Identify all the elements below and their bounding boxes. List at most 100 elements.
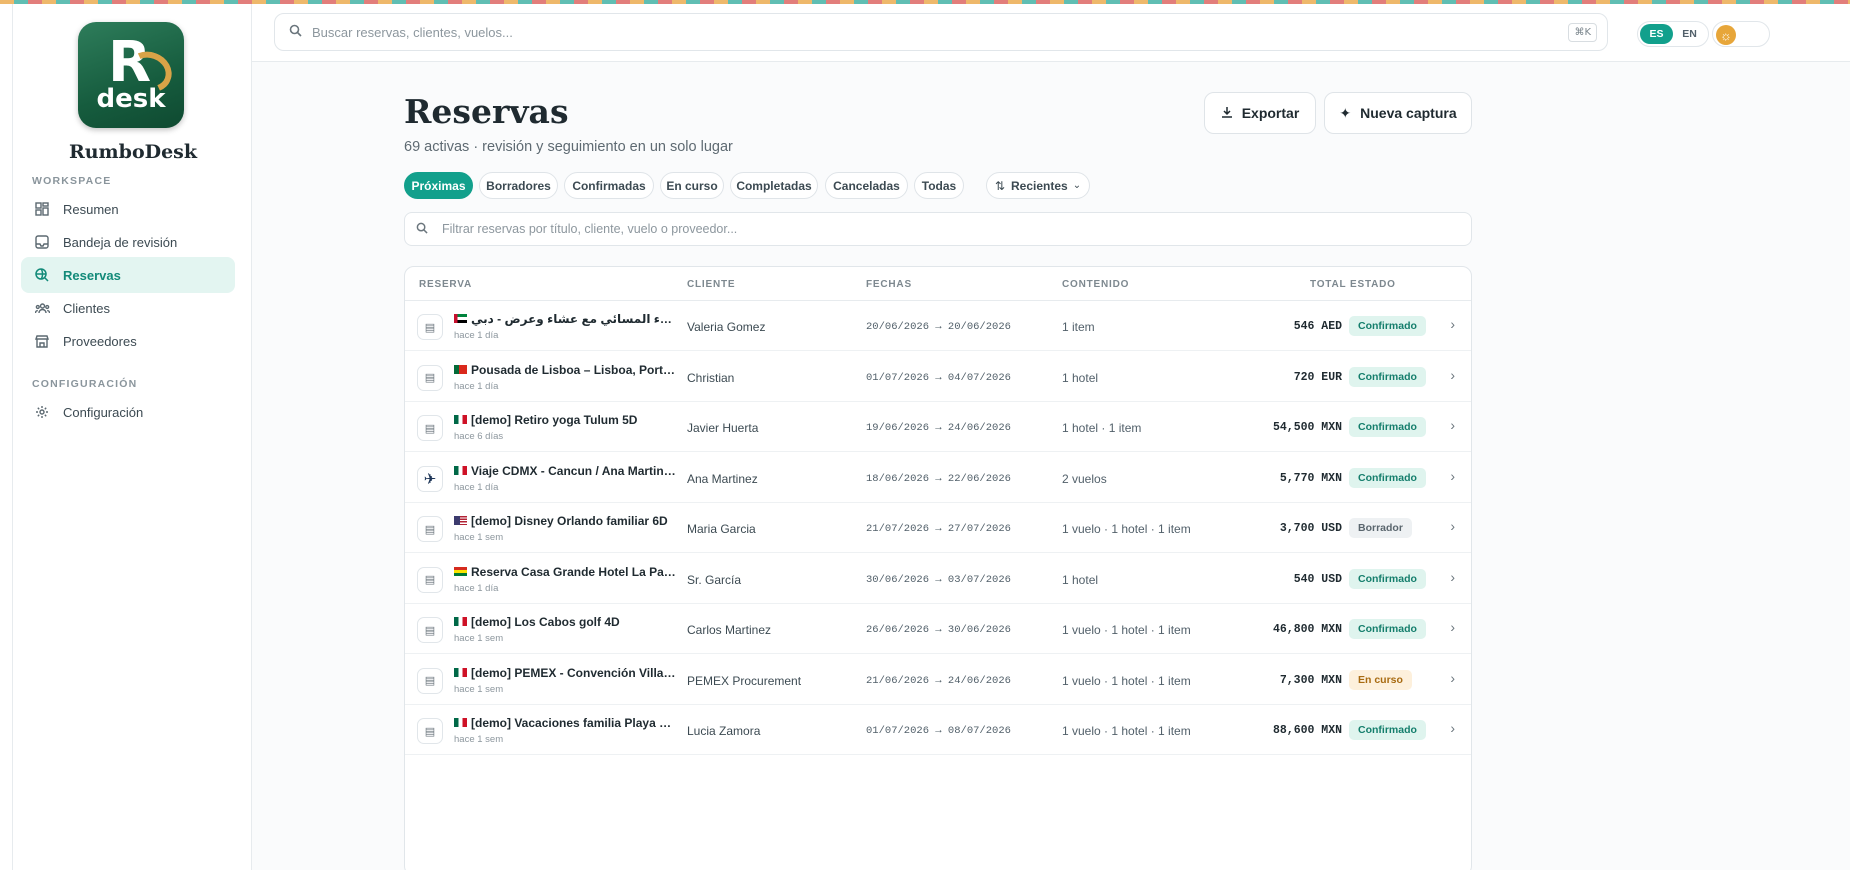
- main-content: Buscar reservas, clientes, vuelos... ⌘K …: [252, 4, 1850, 870]
- topbar: Buscar reservas, clientes, vuelos... ⌘K …: [252, 4, 1850, 62]
- reservation-title[interactable]: Reserva Casa Grande Hotel La Paz ...: [454, 565, 676, 579]
- sidebar-item-configuracion[interactable]: Configuración: [21, 394, 235, 430]
- reservation-dates: 30/06/2026 → 03/07/2026: [866, 573, 1011, 586]
- reservation-updated-ago: hace 1 día: [454, 481, 499, 493]
- chevron-right-icon[interactable]: ›: [1450, 367, 1455, 383]
- language-option-es[interactable]: ES: [1640, 24, 1673, 44]
- new-capture-button-label: Nueva captura: [1360, 105, 1457, 121]
- country-flag-icon: [454, 516, 467, 525]
- chevron-right-icon[interactable]: ›: [1450, 670, 1455, 686]
- table-row[interactable]: ✈ Viaje CDMX - Cancun / Ana Martinez hace …: [405, 453, 1471, 503]
- reservation-title-text: Reserva Casa Grande Hotel La Paz ...: [471, 564, 676, 579]
- column-header-contenido[interactable]: CONTENIDO: [1062, 279, 1129, 290]
- country-flag-icon: [454, 617, 467, 626]
- global-search-input[interactable]: Buscar reservas, clientes, vuelos... ⌘K: [274, 13, 1608, 51]
- grid-icon: [34, 201, 50, 217]
- table-row[interactable]: ▤ [demo] Retiro yoga Tulum 5D hace 6 días J…: [405, 402, 1471, 452]
- sidebar-item-bandeja[interactable]: Bandeja de revisión: [21, 224, 235, 260]
- sidebar-section-workspace: WORKSPACE: [32, 175, 112, 187]
- column-header-estado[interactable]: ESTADO: [1350, 279, 1396, 290]
- reservation-client: Sr. García: [687, 572, 742, 587]
- language-toggle[interactable]: ES EN: [1637, 21, 1709, 47]
- sidebar-item-clientes[interactable]: Clientes: [21, 290, 235, 326]
- reservation-title-text: [demo] Vacaciones familia Playa de...: [471, 716, 676, 730]
- reservation-content: 2 vuelos: [1062, 471, 1107, 486]
- filter-chip-en-curso[interactable]: En curso: [660, 172, 724, 199]
- reservation-title[interactable]: Pousada de Lisboa – Lisboa, Portugal: [454, 363, 676, 377]
- sort-dropdown[interactable]: ⇅ Recientes ⌄: [986, 172, 1090, 199]
- chevron-right-icon[interactable]: ›: [1450, 720, 1455, 736]
- reservation-title[interactable]: [demo] PEMEX - Convención Villah...: [454, 666, 676, 680]
- reservation-content: 1 hotel · 1 item: [1062, 421, 1142, 435]
- sidebar: R desk RumboDesk WORKSPACE Resumen Bande…: [12, 4, 252, 870]
- reservation-content: 1 hotel: [1062, 572, 1099, 587]
- global-search-placeholder: Buscar reservas, clientes, vuelos...: [312, 24, 513, 40]
- filter-chip-confirmadas[interactable]: Confirmadas: [564, 172, 654, 199]
- export-button[interactable]: Exportar: [1204, 92, 1316, 134]
- reservation-title[interactable]: [demo] Vacaciones familia Playa de...: [454, 716, 676, 730]
- chevron-right-icon[interactable]: ›: [1450, 417, 1455, 433]
- sidebar-item-reservas[interactable]: Reservas: [21, 257, 235, 293]
- chevron-right-icon[interactable]: ›: [1450, 518, 1455, 534]
- reservation-client: PEMEX Procurement: [687, 673, 802, 688]
- column-header-reserva[interactable]: RESERVA: [419, 279, 472, 290]
- reservation-content: 1 item: [1062, 320, 1095, 334]
- reservation-dates: 18/06/2026 → 22/06/2026: [866, 472, 1011, 485]
- table-filter-input[interactable]: Filtrar reservas por título, cliente, vu…: [404, 212, 1472, 246]
- sidebar-item-proveedores[interactable]: Proveedores: [21, 323, 235, 359]
- language-option-en[interactable]: EN: [1673, 24, 1706, 44]
- reservation-total: 720 EUR: [1293, 370, 1342, 384]
- clipboard-icon: ▤: [417, 415, 443, 441]
- filter-chip-canceladas[interactable]: Canceladas: [825, 172, 908, 199]
- sidebar-item-resumen[interactable]: Resumen: [21, 191, 235, 227]
- table-row[interactable]: ▤ [demo] Disney Orlando familiar 6D hace 1…: [405, 503, 1471, 553]
- reservation-title[interactable]: سفاري الصحراء المسائي مع عشاء وعرض - دبي: [454, 312, 676, 326]
- store-icon: [34, 333, 50, 349]
- status-badge: Confirmado: [1349, 619, 1426, 639]
- reservation-content: 1 vuelo · 1 hotel · 1 item: [1062, 522, 1191, 536]
- app-logo[interactable]: R desk: [78, 22, 184, 128]
- reservation-title[interactable]: Viaje CDMX - Cancun / Ana Martinez: [454, 464, 676, 478]
- theme-toggle[interactable]: ☼: [1712, 21, 1770, 47]
- reservation-title[interactable]: [demo] Los Cabos golf 4D: [454, 615, 676, 629]
- table-row[interactable]: ▤ [demo] Vacaciones familia Playa de... ha…: [405, 705, 1471, 755]
- table-row[interactable]: ▤ [demo] Los Cabos golf 4D hace 1 sem Carlo…: [405, 604, 1471, 654]
- table-header: RESERVA CLIENTE FECHAS CONTENIDO TOTAL E…: [405, 267, 1471, 301]
- reservation-title[interactable]: [demo] Disney Orlando familiar 6D: [454, 514, 676, 528]
- chevron-right-icon[interactable]: ›: [1450, 316, 1455, 332]
- reservation-updated-ago: hace 1 sem: [454, 734, 504, 745]
- filter-chip-borradores[interactable]: Borradores: [479, 172, 558, 199]
- table-row[interactable]: ▤ [demo] PEMEX - Convención Villah... hace…: [405, 655, 1471, 705]
- table-row[interactable]: ▤ سفاري الصحراء المسائي مع عشاء وعرض - دب…: [405, 301, 1471, 351]
- column-header-cliente[interactable]: CLIENTE: [687, 279, 735, 290]
- search-icon: [416, 222, 428, 237]
- reservation-dates: 19/06/2026 → 24/06/2026: [866, 422, 1011, 434]
- reservation-title[interactable]: [demo] Retiro yoga Tulum 5D: [454, 413, 676, 427]
- country-flag-icon: [454, 465, 467, 475]
- country-flag-icon: [454, 314, 467, 323]
- filter-chip-todas[interactable]: Todas: [914, 172, 964, 199]
- status-badge: Confirmado: [1349, 720, 1426, 740]
- chevron-right-icon[interactable]: ›: [1450, 619, 1455, 635]
- chevron-right-icon[interactable]: ›: [1450, 569, 1455, 585]
- reservation-updated-ago: hace 1 día: [454, 330, 499, 341]
- sparkle-icon: ✦: [1339, 104, 1352, 121]
- column-header-fechas[interactable]: FECHAS: [866, 279, 912, 290]
- status-badge: Confirmado: [1349, 417, 1426, 437]
- reservation-total: 54,500 MXN: [1272, 421, 1342, 434]
- country-flag-icon: [454, 667, 467, 677]
- sidebar-item-label: Clientes: [63, 300, 110, 316]
- page-subtitle: 69 activas · revisión y seguimiento en u…: [404, 139, 733, 155]
- filter-chip-proximas[interactable]: Próximas: [404, 172, 473, 199]
- table-row[interactable]: ▤ Reserva Casa Grande Hotel La Paz ... hac…: [405, 554, 1471, 604]
- reservation-title-text: [demo] Retiro yoga Tulum 5D: [471, 413, 638, 427]
- reservation-client: Javier Huerta: [687, 421, 759, 435]
- status-badge: Confirmado: [1349, 568, 1426, 589]
- column-header-total[interactable]: TOTAL: [1310, 279, 1346, 290]
- chevron-right-icon[interactable]: ›: [1450, 468, 1455, 484]
- new-capture-button[interactable]: ✦ Nueva captura: [1324, 92, 1472, 134]
- reservation-client: Christian: [687, 370, 735, 385]
- table-row[interactable]: ▤ Pousada de Lisboa – Lisboa, Portugal hac…: [405, 352, 1471, 402]
- reservation-dates: 01/07/2026 → 04/07/2026: [866, 371, 1011, 384]
- filter-chip-completadas[interactable]: Completadas: [730, 172, 818, 199]
